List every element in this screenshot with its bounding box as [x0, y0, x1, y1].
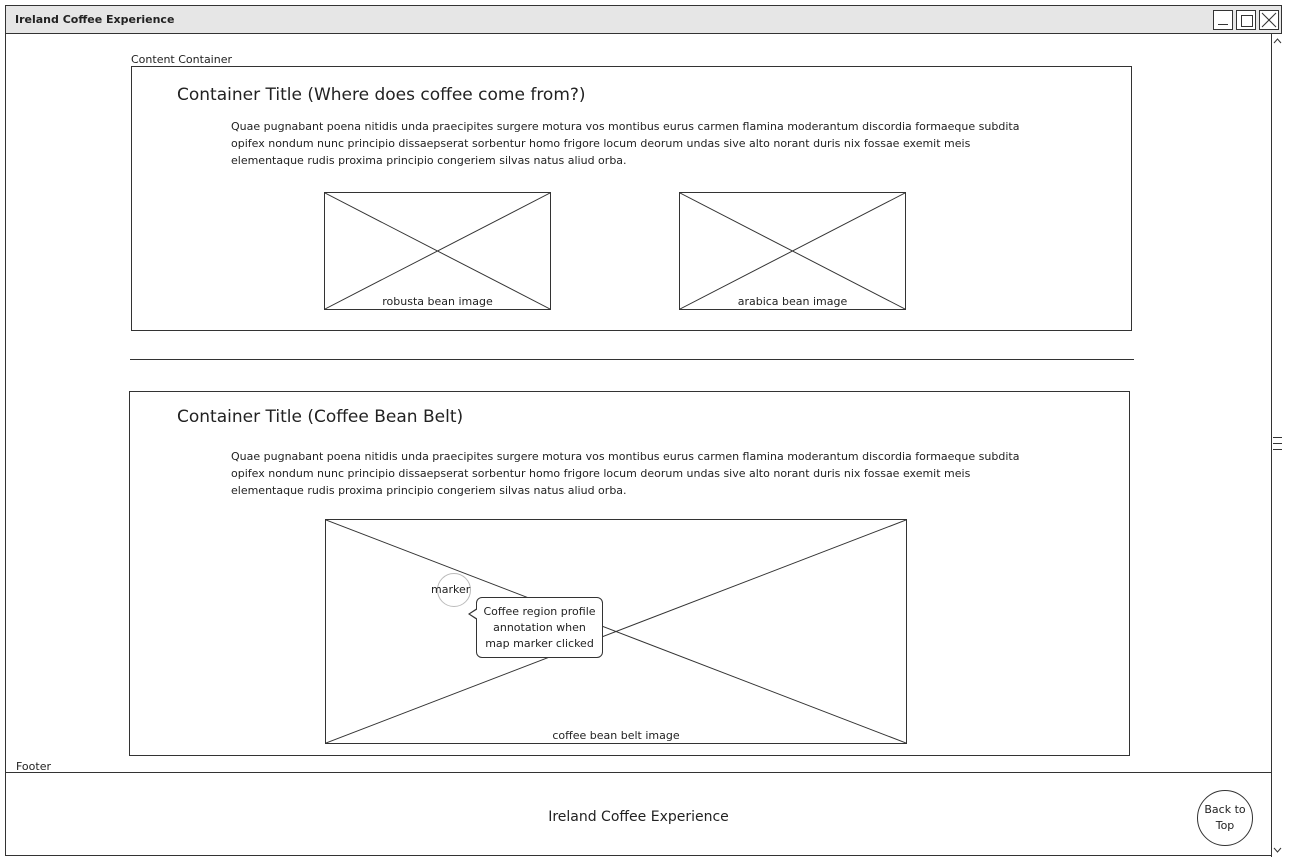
marker-label: marker [431, 583, 471, 596]
image-caption: coffee bean belt image [552, 729, 680, 742]
image-caption: robusta bean image [382, 295, 493, 308]
title-bar: Ireland Coffee Experience [6, 6, 1281, 34]
close-button[interactable] [1259, 10, 1279, 30]
section-divider [130, 359, 1134, 360]
close-icon [1261, 12, 1277, 28]
content-container-bean-belt: Container Title (Coffee Bean Belt) Quae … [129, 391, 1130, 756]
image-caption: arabica bean image [737, 295, 848, 308]
section-title: Container Title (Where does coffee come … [177, 85, 586, 105]
back-to-top-button[interactable]: Back to Top [1197, 790, 1253, 846]
coffee-bean-belt-map[interactable]: coffee bean belt image [325, 519, 907, 744]
region-annotation-callout: Coffee region profile annotation when ma… [468, 597, 603, 658]
robusta-bean-image: robusta bean image [324, 192, 551, 310]
minimize-button[interactable] [1213, 10, 1233, 30]
vertical-scrollbar[interactable] [1271, 34, 1283, 857]
scroll-up-icon[interactable] [1272, 35, 1283, 47]
image-placeholder-icon [680, 193, 905, 309]
content-container-origin: Container Title (Where does coffee come … [131, 66, 1132, 331]
image-placeholder-icon [326, 520, 906, 743]
footer: Ireland Coffee Experience Back to Top [6, 772, 1271, 855]
content-container-label: Content Container [131, 53, 232, 66]
section-body-text: Quae pugnabant poena nitidis unda praeci… [231, 450, 1020, 497]
maximize-button[interactable] [1236, 10, 1256, 30]
scroll-down-icon[interactable] [1272, 844, 1283, 856]
footer-text: Ireland Coffee Experience [548, 809, 729, 825]
section-title: Container Title (Coffee Bean Belt) [177, 407, 464, 427]
arabica-bean-image: arabica bean image [679, 192, 906, 310]
section-body-text: Quae pugnabant poena nitidis unda praeci… [231, 120, 1020, 167]
window-title: Ireland Coffee Experience [15, 13, 175, 26]
scroll-grip-icon[interactable] [1273, 432, 1282, 452]
image-placeholder-icon [325, 193, 550, 309]
